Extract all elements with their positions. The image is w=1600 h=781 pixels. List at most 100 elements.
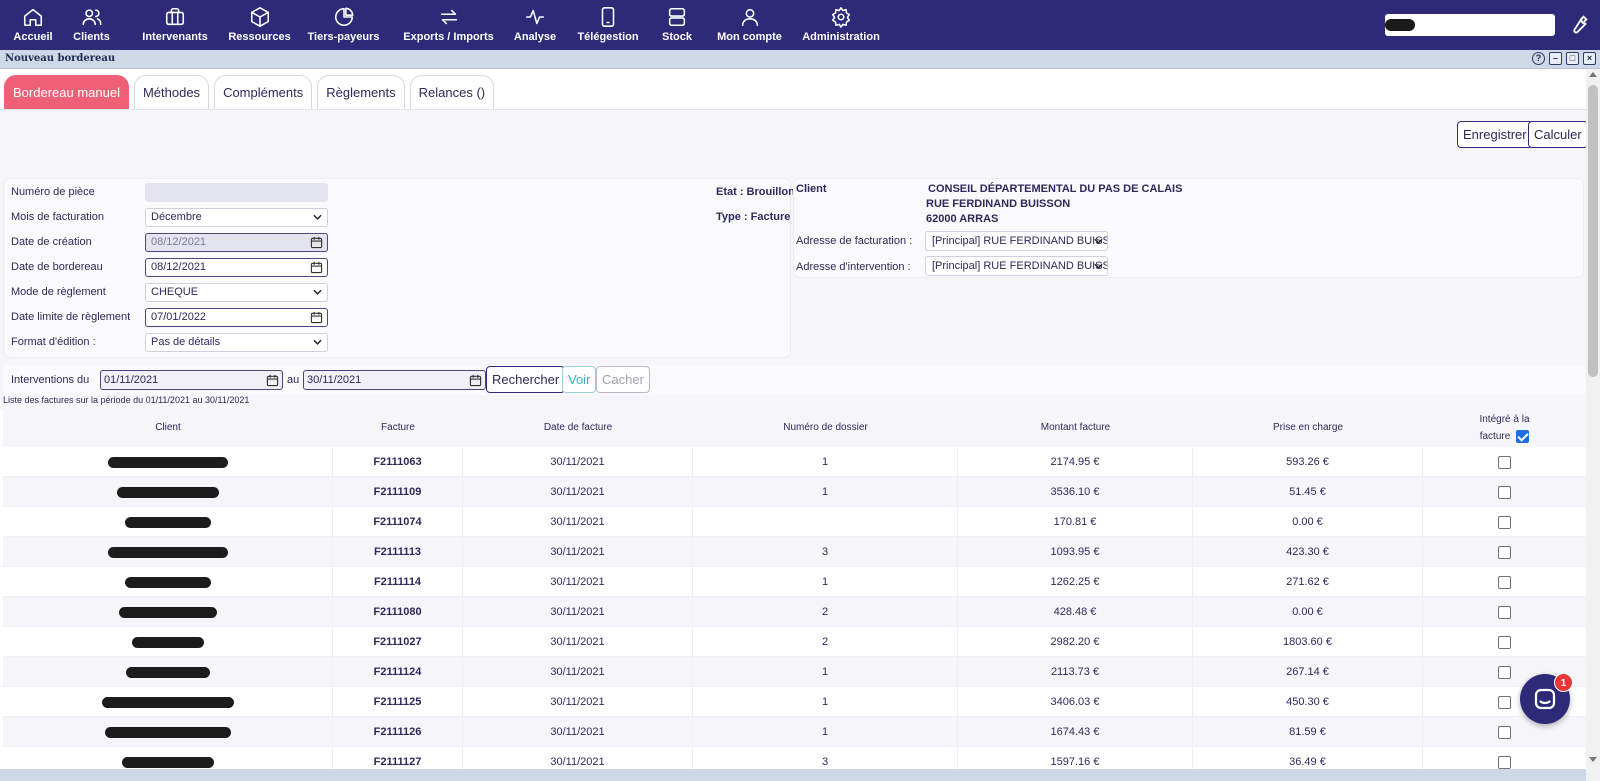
date-bordereau-input[interactable]: 08/12/2021	[145, 258, 328, 277]
date-limite-label: Date limite de règlement	[11, 311, 131, 323]
cell-dossier: 1	[693, 687, 958, 717]
row-checkbox[interactable]	[1498, 695, 1511, 709]
intervention-address-select[interactable]: [Principal] RUE FERDINAND BUISSON	[925, 256, 1108, 276]
mode-reglement-select[interactable]: CHEQUE	[145, 283, 328, 302]
tab-bordereau-manuel[interactable]: Bordereau manuel	[4, 75, 129, 110]
cell-date: 30/11/2021	[463, 687, 693, 717]
billing-address-label: Adresse de facturation :	[796, 235, 913, 247]
wrench-icon[interactable]	[1568, 13, 1590, 35]
mode-reglement-value: CHEQUE	[151, 286, 199, 298]
table-row: F2111114 30/11/2021 1 1262.25 €271.62 €	[3, 567, 1586, 597]
row-checkbox[interactable]	[1498, 485, 1511, 499]
calendar-icon[interactable]	[310, 261, 323, 274]
calculate-button[interactable]: Calculer	[1528, 121, 1588, 148]
stack-icon	[668, 7, 686, 27]
cell-prise: 51.45 €	[1193, 477, 1423, 507]
select-all-checkbox[interactable]	[1516, 429, 1530, 443]
mois-facturation-select[interactable]: Décembre	[145, 208, 328, 227]
save-button[interactable]: Enregistrer	[1457, 121, 1533, 148]
nav-item-exports-imports[interactable]: Exports / Imports	[391, 0, 506, 50]
search-button[interactable]: Rechercher	[486, 366, 566, 393]
intervention-address-value: [Principal] RUE FERDINAND BUISSON	[932, 260, 1108, 272]
cell-dossier	[693, 507, 958, 537]
nav-item-label: Exports / Imports	[403, 31, 494, 43]
nav-item-accueil[interactable]: Accueil	[10, 0, 56, 50]
redacted-client	[104, 726, 231, 738]
cell-date: 30/11/2021	[463, 597, 693, 627]
chevron-down-icon	[313, 289, 322, 295]
nav-item-t-l-gestion[interactable]: Télégestion	[564, 0, 652, 50]
cell-integre	[1423, 507, 1586, 537]
hide-button[interactable]: Cacher	[596, 366, 650, 393]
cell-montant: 2174.95 €	[958, 447, 1193, 477]
scroll-down-icon[interactable]	[1589, 757, 1597, 762]
row-checkbox[interactable]	[1498, 455, 1511, 469]
etat-status: Etat : Brouillon	[716, 186, 795, 198]
interventions-from-input[interactable]: 01/11/2021	[100, 370, 283, 390]
row-checkbox[interactable]	[1498, 635, 1511, 649]
nav-item-label: Télégestion	[577, 31, 639, 43]
tab-reglements[interactable]: Règlements	[317, 75, 405, 110]
nav-item-mon-compte[interactable]: Mon compte	[702, 0, 797, 50]
tab-methodes[interactable]: Méthodes	[133, 75, 210, 110]
cell-integre	[1423, 717, 1586, 747]
row-checkbox[interactable]	[1498, 755, 1511, 769]
col-facture: Facture	[381, 422, 415, 433]
cell-dossier: 2	[693, 597, 958, 627]
nav-item-ressources[interactable]: Ressources	[223, 0, 296, 50]
scroll-up-icon[interactable]	[1589, 72, 1597, 77]
col-montant: Montant facture	[1040, 422, 1111, 433]
date-creation-label: Date de création	[11, 236, 92, 248]
table-row: F2111074 30/11/2021 170.81 €0.00 €	[3, 507, 1586, 537]
nav-item-clients[interactable]: Clients	[56, 0, 127, 50]
interventions-to-label: au	[287, 374, 300, 386]
user-search-field[interactable]	[1385, 14, 1555, 36]
row-checkbox[interactable]	[1498, 545, 1511, 559]
nav-item-intervenants[interactable]: Intervenants	[127, 0, 223, 50]
interventions-to-input[interactable]: 30/11/2021	[303, 370, 486, 390]
interventions-from-label: Interventions du	[11, 374, 90, 386]
cell-montant: 170.81 €	[958, 507, 1193, 537]
calendar-icon[interactable]	[266, 374, 279, 387]
cell-facture: F2111125	[333, 687, 463, 717]
maximize-icon[interactable]: □	[1566, 52, 1579, 65]
format-edition-select[interactable]: Pas de détails	[145, 333, 328, 352]
tab-complements[interactable]: Compléments	[214, 75, 313, 110]
nav-item-stock[interactable]: Stock	[652, 0, 702, 50]
scrollbar-thumb[interactable]	[1588, 85, 1598, 377]
cell-client	[3, 597, 333, 627]
row-checkbox[interactable]	[1498, 515, 1511, 529]
nav-item-analyse[interactable]: Analyse	[506, 0, 564, 50]
calendar-icon[interactable]	[469, 374, 482, 387]
row-checkbox[interactable]	[1498, 575, 1511, 589]
redacted-client	[121, 756, 214, 768]
row-checkbox[interactable]	[1498, 605, 1511, 619]
date-limite-input[interactable]: 07/01/2022	[145, 308, 328, 327]
help-icon[interactable]: ?	[1532, 52, 1545, 65]
user-knob	[1533, 16, 1549, 32]
col-dossier: Numéro de dossier	[783, 422, 868, 433]
top-navigation: Accueil Clients Intervenants Ressources Tier…	[0, 0, 1600, 50]
row-checkbox[interactable]	[1498, 665, 1511, 679]
nav-item-label: Mon compte	[717, 31, 782, 43]
invoice-table: Client Facture Date de facture Numéro de…	[3, 408, 1586, 777]
redacted-client	[118, 606, 217, 618]
home-icon	[23, 8, 43, 27]
client-label: Client	[796, 183, 827, 195]
nav-item-administration[interactable]: Administration	[797, 0, 885, 50]
date-bordereau-label: Date de bordereau	[11, 261, 103, 273]
calendar-icon[interactable]	[310, 311, 323, 324]
cell-dossier: 1	[693, 717, 958, 747]
close-icon[interactable]: ×	[1583, 52, 1596, 65]
cell-dossier: 1	[693, 567, 958, 597]
date-creation-input: 08/12/2021	[145, 233, 328, 252]
nav-item-tiers-payeurs[interactable]: Tiers-payeurs	[296, 0, 391, 50]
col-client: Client	[155, 422, 181, 433]
show-button[interactable]: Voir	[562, 366, 597, 393]
tab-relances[interactable]: Relances ()	[409, 75, 495, 110]
minimize-icon[interactable]: –	[1549, 52, 1562, 65]
chat-badge: 1	[1554, 673, 1573, 692]
billing-address-select[interactable]: [Principal] RUE FERDINAND BUISSON	[925, 231, 1108, 251]
row-checkbox[interactable]	[1498, 725, 1511, 739]
box-icon	[250, 7, 269, 27]
